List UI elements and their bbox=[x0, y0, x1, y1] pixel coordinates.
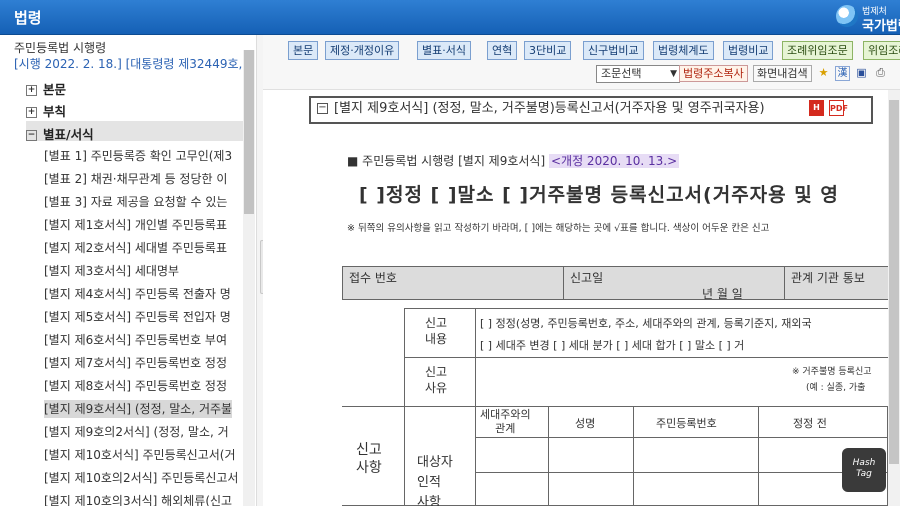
form-note: ※ 뒤쪽의 유의사항을 읽고 작성하기 바라며, [ ]에는 해당하는 곳에 √… bbox=[347, 223, 770, 234]
report-items-label: 신고 사항 bbox=[342, 406, 405, 506]
form-header[interactable]: − [별지 제9호서식] (정정, 말소, 거주불명)등록신고서(거주자용 및 영… bbox=[309, 96, 873, 124]
toolbar-button[interactable]: 제정·개정이유 bbox=[325, 41, 400, 60]
right-scrollbar[interactable] bbox=[888, 90, 900, 506]
left-scrollbar-thumb[interactable] bbox=[244, 50, 254, 214]
tree-item[interactable]: [별지 제4호서식] 주민등록 전출자 명 bbox=[44, 285, 231, 303]
article-select[interactable]: 조문선택 ▼ bbox=[596, 65, 680, 83]
tree-item[interactable]: [별지 제6호서식] 주민등록번호 부여 bbox=[44, 331, 227, 349]
expand-icon[interactable]: + bbox=[26, 85, 37, 96]
reason-label: 신고 사유 bbox=[404, 357, 476, 407]
doc-title: 주민등록법 시행령 bbox=[14, 41, 107, 55]
doc-meta: [시행 2022. 2. 18.] [대통령령 제32449호, 2 bbox=[14, 57, 254, 71]
content-label: 신고 내용 bbox=[404, 308, 476, 358]
chevron-down-icon: ▼ bbox=[670, 69, 677, 79]
tree-item[interactable]: [별지 제8호서식] 주민등록번호 정정 bbox=[44, 377, 227, 395]
collapse-icon[interactable]: − bbox=[26, 130, 37, 141]
print-icon[interactable]: ⎙ bbox=[874, 66, 887, 79]
tree-item[interactable]: [별지 제10호의3서식] 해외체류(신고 bbox=[44, 492, 232, 506]
toolbar-button[interactable]: 조례위임조문 bbox=[782, 41, 853, 60]
toolbar: 본문 제정·개정이유 별표·서식 연혁 3단비교 신구법비교 법령체계도 법령비교 조례위임조문… bbox=[263, 35, 900, 90]
law-reference: ■ 주민등록법 시행령 [별지 제9호서식] <개정 2020. 10. 13.… bbox=[347, 154, 680, 168]
form-content: − [별지 제9호서식] (정정, 말소, 거주불명)등록신고서(거주자용 및 영… bbox=[263, 90, 900, 506]
table-cell[interactable] bbox=[633, 437, 759, 473]
col-relation: 세대주와의 관계 bbox=[475, 406, 549, 438]
collapse-icon[interactable]: − bbox=[317, 103, 328, 114]
ministry-logo[interactable]: 법제처 국가법령 bbox=[836, 2, 900, 34]
title-bar: 법령 법제처 국가법령 bbox=[0, 0, 900, 35]
logo-swirl-icon bbox=[836, 5, 858, 27]
tree-node-label: 부칙 bbox=[43, 104, 67, 119]
tree-node-label: 본문 bbox=[43, 82, 67, 97]
tree-item[interactable]: [별지 제1호서식] 개인별 주민등록표 bbox=[44, 216, 227, 234]
tree-item[interactable]: [별표 1] 주민등록증 확인 고무인(제3 bbox=[44, 147, 232, 165]
right-scrollbar-thumb[interactable] bbox=[889, 100, 899, 464]
expand-icon[interactable]: + bbox=[26, 107, 37, 118]
left-panel: 주민등록법 시행령 [시행 2022. 2. 18.] [대통령령 제32449… bbox=[0, 35, 256, 506]
table-cell[interactable] bbox=[475, 437, 549, 473]
toolbar-button[interactable]: 위임조례 bbox=[863, 41, 900, 60]
amendment-date[interactable]: <개정 2020. 10. 13.> bbox=[548, 154, 680, 168]
tree-item[interactable]: [별표 3] 자료 제공을 요청할 수 있는 bbox=[44, 193, 227, 211]
hwp-download-icon[interactable]: H bbox=[809, 100, 824, 116]
tree-node-label: 별표/서식 bbox=[43, 127, 94, 142]
tree-item[interactable]: [별지 제7호서식] 주민등록번호 정정 bbox=[44, 354, 227, 372]
toolbar-button[interactable]: 신구법비교 bbox=[583, 41, 644, 60]
tree-item[interactable]: [별지 제5호서식] 주민등록 전입자 명 bbox=[44, 308, 231, 326]
form-title: [ ]정정 [ ]말소 [ ]거주불명 등록신고서(거주자용 및 영 bbox=[359, 184, 839, 206]
table-cell[interactable] bbox=[548, 437, 634, 473]
hanja-icon[interactable]: 漢 bbox=[835, 66, 850, 81]
pdf-download-icon[interactable]: PDF bbox=[829, 100, 848, 116]
toolbar-button[interactable]: 별표·서식 bbox=[417, 41, 471, 60]
toolbar-button[interactable]: 법령체계도 bbox=[653, 41, 714, 60]
form-table: 접수 번호 신고일 년 월 일 관계 기관 통보 신고 내용 [ ] 정정(성명… bbox=[342, 266, 900, 506]
tree-item[interactable]: [별지 제2호서식] 세대별 주민등록표 bbox=[44, 239, 227, 257]
receipt-cell: 접수 번호 bbox=[342, 266, 564, 300]
col-name: 성명 bbox=[548, 406, 634, 438]
target-label: 대상자 인적 사항 bbox=[404, 406, 476, 506]
star-icon[interactable]: ★ bbox=[817, 66, 830, 79]
tree-node-body[interactable]: + 본문 bbox=[26, 79, 66, 97]
tree-item[interactable]: [별지 제9호의2서식] (정정, 말소, 거 bbox=[44, 423, 229, 441]
table-cell[interactable] bbox=[475, 472, 549, 506]
reason-field: ※ 거주불명 등록신고 (예 : 실종, 가출 bbox=[475, 357, 900, 407]
toolbar-button[interactable]: 법령비교 bbox=[723, 41, 774, 60]
form-header-label: [별지 제9호서식] (정정, 말소, 거주불명)등록신고서(거주자용 및 영주… bbox=[334, 101, 765, 116]
tree-item[interactable]: [별지 제10호의2서식] 주민등록신고서 bbox=[44, 469, 238, 487]
tree-item[interactable]: [별지 제3호서식] 세대명부 bbox=[44, 262, 179, 280]
content-options: [ ] 정정(성명, 주민등록번호, 주소, 세대주와의 관계, 등록기준지, … bbox=[475, 308, 900, 358]
col-resident-number: 주민등록번호 bbox=[633, 406, 759, 438]
in-page-search-button[interactable]: 화면내검색 bbox=[753, 65, 812, 82]
toolbar-button[interactable]: 3단비교 bbox=[524, 41, 572, 60]
tree-item[interactable]: [별지 제10호서식] 주민등록신고서(거 bbox=[44, 446, 236, 464]
save-icon[interactable]: ▣ bbox=[855, 66, 868, 79]
toolbar-button[interactable]: 연혁 bbox=[487, 41, 518, 60]
agency-cell: 관계 기관 통보 bbox=[784, 266, 900, 300]
watermark-badge: Hash Tag bbox=[842, 448, 886, 492]
report-date-cell: 신고일 년 월 일 bbox=[563, 266, 785, 301]
toolbar-button[interactable]: 본문 bbox=[288, 41, 319, 60]
left-scrollbar[interactable] bbox=[243, 50, 255, 506]
table-cell[interactable] bbox=[633, 472, 759, 506]
table-cell[interactable] bbox=[548, 472, 634, 506]
tree-item[interactable]: [별표 2] 채권·채무관계 등 정당한 이 bbox=[44, 170, 227, 188]
right-panel: 본문 제정·개정이유 별표·서식 연혁 3단비교 신구법비교 법령체계도 법령비교 조례위임조문… bbox=[263, 35, 900, 506]
copy-address-button[interactable]: 법령주소복사 bbox=[679, 65, 748, 82]
tree-item[interactable]: [별지 제9호서식] (정정, 말소, 거주불 bbox=[44, 400, 233, 418]
logo-text-bottom: 국가법령 bbox=[862, 19, 900, 34]
app-title: 법령 bbox=[14, 9, 42, 27]
tree-node-addenda[interactable]: + 부칙 bbox=[26, 101, 66, 119]
col-before: 정정 전 bbox=[758, 406, 888, 438]
tree-node-forms[interactable]: − 별표/서식 bbox=[26, 124, 94, 142]
